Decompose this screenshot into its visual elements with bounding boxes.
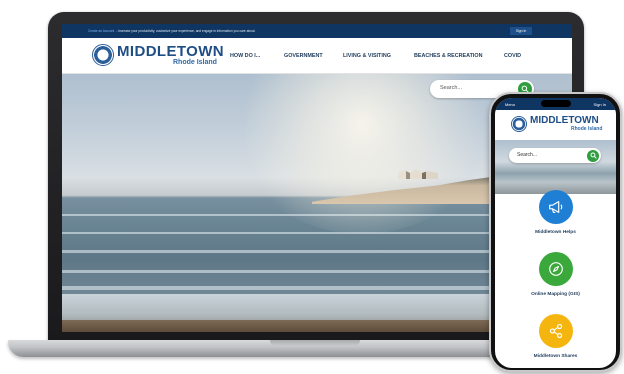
quick-link-circle	[538, 314, 573, 348]
phone-screen: Menu Sign In MIDDLETOWN Rhode Island Sea…	[495, 98, 616, 368]
mobile-site-subtitle: Rhode Island	[571, 126, 603, 132]
mobile-menu-button[interactable]: Menu	[505, 102, 515, 107]
mobile-header: MIDDLETOWN Rhode Island	[495, 110, 616, 140]
search-placeholder: Search...	[440, 85, 463, 91]
mobile-site-title[interactable]: MIDDLETOWN	[530, 115, 599, 126]
create-account-link[interactable]: Create an Account	[88, 29, 114, 33]
quick-link-circle	[538, 252, 573, 286]
mobile-search-placeholder: Search...	[517, 152, 538, 158]
search-icon	[589, 152, 597, 159]
nav-how-do-i[interactable]: HOW DO I...	[230, 53, 260, 59]
announcement-text: - Increase your productivity, customize …	[116, 29, 256, 33]
quick-link-circle	[538, 190, 573, 224]
nav-beaches-recreation[interactable]: BEACHES & RECREATION	[414, 53, 483, 59]
quick-link-label: Online Mapping (GIS)	[531, 292, 580, 297]
share-icon	[549, 323, 562, 339]
nav-government[interactable]: GOVERNMENT	[284, 53, 323, 59]
sign-in-button[interactable]: Sign In	[510, 27, 532, 35]
quick-link-middletown-shares[interactable]: Middletown Shares	[495, 314, 616, 359]
nav-living-visiting[interactable]: LIVING & VISITING	[343, 53, 391, 59]
compass-icon	[548, 262, 563, 276]
phone-dynamic-island	[541, 100, 571, 107]
mobile-sign-in-button[interactable]: Sign In	[594, 102, 606, 107]
laptop-hinge-notch	[270, 340, 360, 346]
town-seal-logo[interactable]	[92, 44, 114, 66]
site-header: MIDDLETOWN Rhode Island HOW DO I... GOVE…	[62, 38, 572, 74]
quick-link-label: Middletown Shares	[533, 354, 578, 359]
quick-link-label: Middletown Helps	[535, 230, 576, 235]
megaphone-icon	[548, 201, 562, 213]
mobile-search-button[interactable]	[587, 149, 599, 162]
announcement-bar: Create an Account - Increase your produc…	[62, 24, 572, 38]
quick-link-online-mapping[interactable]: Online Mapping (GIS)	[495, 252, 616, 297]
site-title[interactable]: MIDDLETOWN	[117, 43, 224, 60]
quick-link-middletown-helps[interactable]: Middletown Helps	[495, 190, 616, 235]
mobile-top-bar: Menu Sign In	[495, 98, 616, 110]
mobile-search-input[interactable]: Search...	[509, 148, 601, 163]
mobile-town-seal-logo[interactable]	[511, 116, 527, 132]
nav-covid[interactable]: COVID	[504, 53, 521, 59]
site-subtitle: Rhode Island	[173, 59, 217, 66]
